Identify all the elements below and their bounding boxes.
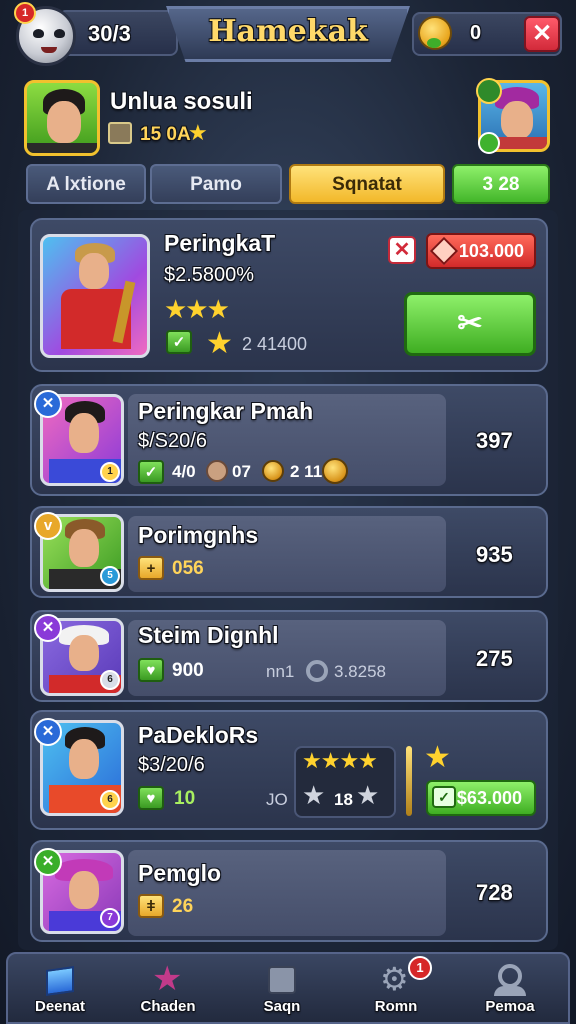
check-icon [478, 132, 500, 154]
trophy-icon [108, 122, 132, 144]
player-name: PeringkaT [164, 230, 276, 256]
coin-count: 0 [470, 22, 482, 44]
player-score: 397 [476, 428, 513, 453]
stat-value: 10 [174, 788, 196, 809]
profile-name: Unlua sosuli [110, 88, 253, 115]
grid-icon [264, 962, 300, 996]
person-icon [492, 962, 528, 996]
remove-button[interactable]: ✕ [388, 236, 416, 264]
level-badge: 5 [100, 566, 120, 586]
player-name: Pemglo [138, 860, 222, 886]
target-icon [306, 660, 328, 682]
page-title: Hamekak [208, 14, 368, 49]
player-extra-value: 2 41400 [242, 334, 308, 354]
level-badge: 1 [100, 462, 120, 482]
nav-item-saqn[interactable]: Saqn [232, 958, 332, 1022]
check-icon: ✓ [166, 330, 192, 354]
player-name: Steim Dignhl [138, 622, 279, 648]
plus-icon: + [138, 556, 164, 580]
player-score: 275 [476, 646, 513, 671]
stat-value: 26 [172, 896, 194, 917]
star-icon: ★ [188, 120, 208, 145]
coin-icon [262, 460, 284, 482]
profile-avatar[interactable] [24, 80, 100, 156]
check-icon: ✓ [432, 786, 456, 808]
player-portrait [40, 234, 150, 358]
nav-item-pemoa[interactable]: Pemoa [460, 958, 560, 1022]
heart-icon: ♥ [138, 658, 164, 682]
coin-icon [418, 16, 452, 50]
face-icon [206, 460, 228, 482]
rating-stars: ★★★★ [302, 748, 378, 773]
heart-icon: ♥ [138, 786, 164, 810]
level-badge: 7 [100, 908, 120, 928]
check-icon: ✓ [138, 460, 164, 484]
player-score: 935 [476, 542, 513, 567]
top-bar: 1 30/3 Hamekak 0 ✕ [0, 0, 576, 66]
close-button[interactable]: ✕ [524, 16, 560, 52]
action-button[interactable]: ✂ [404, 292, 536, 356]
stat-label: JO [266, 790, 288, 809]
stat-value: 056 [172, 558, 204, 579]
player-score: 728 [476, 880, 513, 905]
stat-value: 3.8258 [334, 662, 386, 681]
star-icon: ★ [424, 741, 451, 774]
player-price-change: $2.5800% [164, 264, 255, 286]
star-shield-icon: ★ [152, 960, 183, 998]
position-badge: ✕ [34, 718, 62, 746]
nav-item-deenat[interactable]: Deenat [10, 958, 110, 1022]
position-badge: v [34, 512, 62, 540]
profile-stat: 15 0A [140, 124, 191, 145]
player-price-change: $/S20/6 [138, 430, 207, 452]
stat-value: 4/0 [172, 462, 196, 481]
tab-actions[interactable]: A lxtione [26, 164, 146, 204]
nav-item-chaden[interactable]: ★ Chaden [118, 958, 218, 1022]
stat-value: 07 [232, 462, 251, 481]
tab-pamo[interactable]: Pamo [150, 164, 282, 204]
player-price-change: $3/20/6 [138, 754, 205, 776]
tab-squad[interactable]: Sqnatat [289, 164, 445, 204]
star-count: 18 [334, 790, 353, 809]
stat-label: nn1 [266, 662, 295, 681]
position-badge: ✕ [34, 614, 62, 642]
stat-value: 900 [172, 660, 204, 681]
coin-icon [322, 458, 348, 484]
key-icon: ǂ [138, 894, 164, 918]
position-badge: ✕ [34, 390, 62, 418]
player-name: Peringkar Pmah [138, 398, 314, 424]
star-icon: ★ [206, 327, 233, 360]
notification-badge: 1 [408, 956, 432, 980]
position-badge: ✕ [34, 848, 62, 876]
level-text: 30/3 [88, 21, 131, 46]
level-badge: 6 [100, 790, 120, 810]
silver-star-icon: ★ [302, 780, 326, 810]
divider [406, 746, 412, 816]
cube-icon [42, 962, 78, 996]
player-name: Porimgnhs [138, 522, 259, 548]
level-badge: 6 [100, 670, 120, 690]
shield-icon [476, 78, 502, 104]
tab-count[interactable]: 3 28 [452, 164, 550, 204]
silver-star-icon: ★ [356, 780, 380, 810]
rank-badge: 1 [14, 2, 36, 24]
stat-value: 2 11 [290, 462, 323, 481]
rating-stars: ★★★ [164, 294, 230, 324]
player-name: PaDekloRs [138, 722, 259, 748]
